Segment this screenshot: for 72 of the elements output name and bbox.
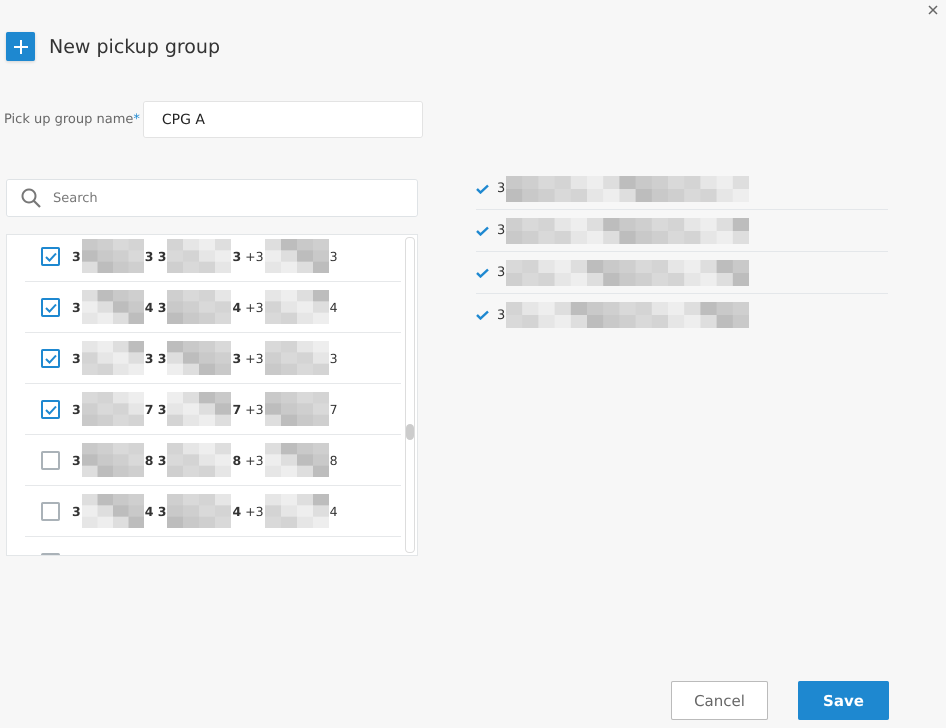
checkbox[interactable] <box>41 502 60 521</box>
option-text: 4 <box>330 300 338 314</box>
check-icon <box>44 404 56 414</box>
option-text: 4 +3 <box>232 300 264 314</box>
option-text: 7 3 <box>144 402 166 416</box>
cancel-button[interactable]: Cancel <box>671 681 768 720</box>
save-button[interactable]: Save <box>798 681 889 720</box>
option-text: 3 <box>72 248 81 264</box>
plus-icon <box>6 32 35 61</box>
selected-item-text: 3 <box>497 223 506 238</box>
close-button[interactable] <box>926 3 940 17</box>
scrollbar-thumb[interactable] <box>406 424 414 440</box>
option-text: 3 <box>330 248 338 264</box>
search-field[interactable]: Search <box>6 179 418 217</box>
option-text: 3 <box>72 402 81 416</box>
redaction-mosaic <box>167 239 232 273</box>
check-icon <box>44 302 56 312</box>
redaction-mosaic <box>167 392 232 426</box>
option-text: 4 +3 <box>232 504 264 518</box>
close-icon <box>928 5 938 15</box>
option-text: 3 3 <box>144 248 166 264</box>
check-icon <box>476 268 489 278</box>
selected-item-text: 3 <box>497 181 506 196</box>
check-icon <box>44 252 56 262</box>
check-icon <box>476 226 489 236</box>
option-text: 7 +3 <box>232 402 264 416</box>
redaction-mosaic <box>264 392 329 426</box>
selected-item-text: 3 <box>497 265 506 280</box>
option-text: 3 3 <box>144 350 166 366</box>
option-text: 3 <box>72 504 81 518</box>
option-text: 8 <box>330 452 338 468</box>
search-icon <box>20 187 42 209</box>
option-text: 3 +3 <box>232 248 264 264</box>
option-text: 8 +3 <box>232 452 264 468</box>
redaction-mosaic <box>167 494 232 528</box>
option-text: 3 <box>72 300 81 314</box>
checkbox[interactable] <box>41 400 60 419</box>
check-icon <box>44 354 56 364</box>
redaction-mosaic <box>264 341 329 375</box>
check-icon <box>476 310 489 320</box>
redaction-mosaic <box>82 341 144 375</box>
redaction-mosaic <box>167 443 232 477</box>
check-icon <box>476 184 489 194</box>
redaction-mosaic <box>264 239 329 273</box>
option-text: 3 <box>330 350 338 366</box>
redaction-mosaic <box>167 341 232 375</box>
redaction-mosaic <box>167 290 232 324</box>
checkbox[interactable] <box>41 298 60 317</box>
option-text: 8 3 <box>144 452 166 468</box>
option-text: 4 3 <box>144 300 166 314</box>
scrollbar[interactable] <box>405 237 415 553</box>
redaction-mosaic <box>264 494 329 528</box>
redaction-mosaic <box>82 443 144 477</box>
redaction-mosaic <box>264 443 329 477</box>
redaction-mosaic <box>82 494 144 528</box>
redaction-mosaic <box>82 290 144 324</box>
option-text: 7 <box>330 402 338 416</box>
selected-item-text: 3 <box>497 308 506 322</box>
checkbox[interactable] <box>41 451 60 470</box>
redaction-mosaic <box>264 290 329 324</box>
name-field[interactable]: CPG A <box>142 101 423 138</box>
option-text: 3 <box>72 452 81 468</box>
option-text: 4 <box>330 504 338 518</box>
option-text: 4 3 <box>144 504 166 518</box>
checkbox[interactable] <box>41 349 60 368</box>
dialog-title: New pickup group <box>49 36 220 58</box>
checkbox[interactable] <box>41 247 60 266</box>
option-text: 3 +3 <box>232 350 264 366</box>
redaction-mosaic <box>82 392 144 426</box>
redaction-mosaic <box>82 239 144 273</box>
option-text: 3 <box>72 350 81 366</box>
field-label: Pick up group name* <box>4 112 140 127</box>
